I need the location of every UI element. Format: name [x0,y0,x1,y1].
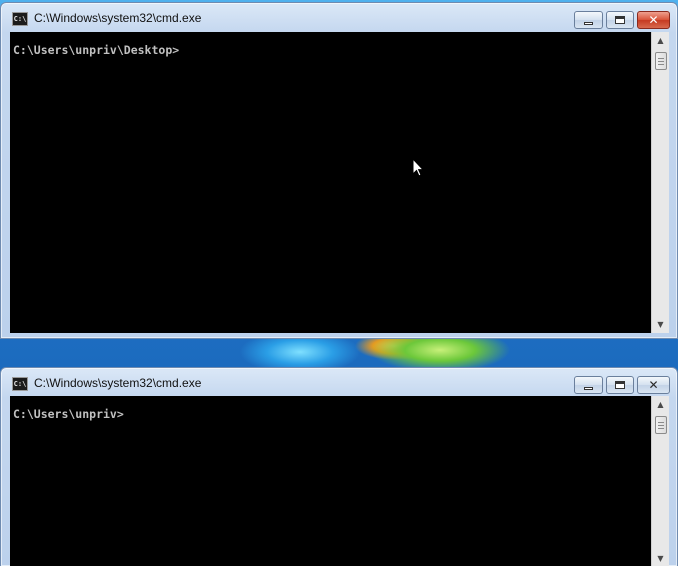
maximize-button[interactable] [606,376,634,394]
cmd-icon[interactable]: C:\ [12,377,28,391]
scroll-up-arrow-icon[interactable]: ▲ [652,396,669,413]
maximize-icon [615,16,625,24]
console-output[interactable]: C:\Users\unpriv> [10,396,651,566]
close-button[interactable]: ✕ [637,376,670,394]
cmd-window-top[interactable]: C:\ C:\Windows\system32\cmd.exe ✕ C:\Use… [0,2,678,339]
window-title: C:\Windows\system32\cmd.exe [34,11,202,25]
scroll-down-arrow-icon[interactable]: ▼ [652,316,669,333]
minimize-button[interactable] [574,11,603,29]
scroll-thumb[interactable] [655,416,667,434]
maximize-button[interactable] [606,11,634,29]
vertical-scrollbar[interactable]: ▲ ▼ [651,32,669,333]
close-icon: ✕ [648,13,659,27]
minimize-icon [584,386,593,390]
title-bar[interactable]: C:\ C:\Windows\system32\cmd.exe ✕ [1,368,677,396]
vertical-scrollbar[interactable]: ▲ ▼ [651,396,669,566]
scroll-up-arrow-icon[interactable]: ▲ [652,32,669,49]
console-output[interactable]: C:\Users\unpriv\Desktop> [10,32,651,333]
window-title: C:\Windows\system32\cmd.exe [34,376,202,390]
cmd-window-bottom[interactable]: C:\ C:\Windows\system32\cmd.exe ✕ C:\Use… [0,367,678,566]
title-bar[interactable]: C:\ C:\Windows\system32\cmd.exe ✕ [1,3,677,31]
minimize-button[interactable] [574,376,603,394]
maximize-icon [615,381,625,389]
close-icon: ✕ [648,378,659,392]
scroll-down-arrow-icon[interactable]: ▼ [652,550,669,566]
close-button[interactable]: ✕ [637,11,670,29]
cmd-icon[interactable]: C:\ [12,12,28,26]
scroll-thumb[interactable] [655,52,667,70]
minimize-icon [584,21,593,25]
